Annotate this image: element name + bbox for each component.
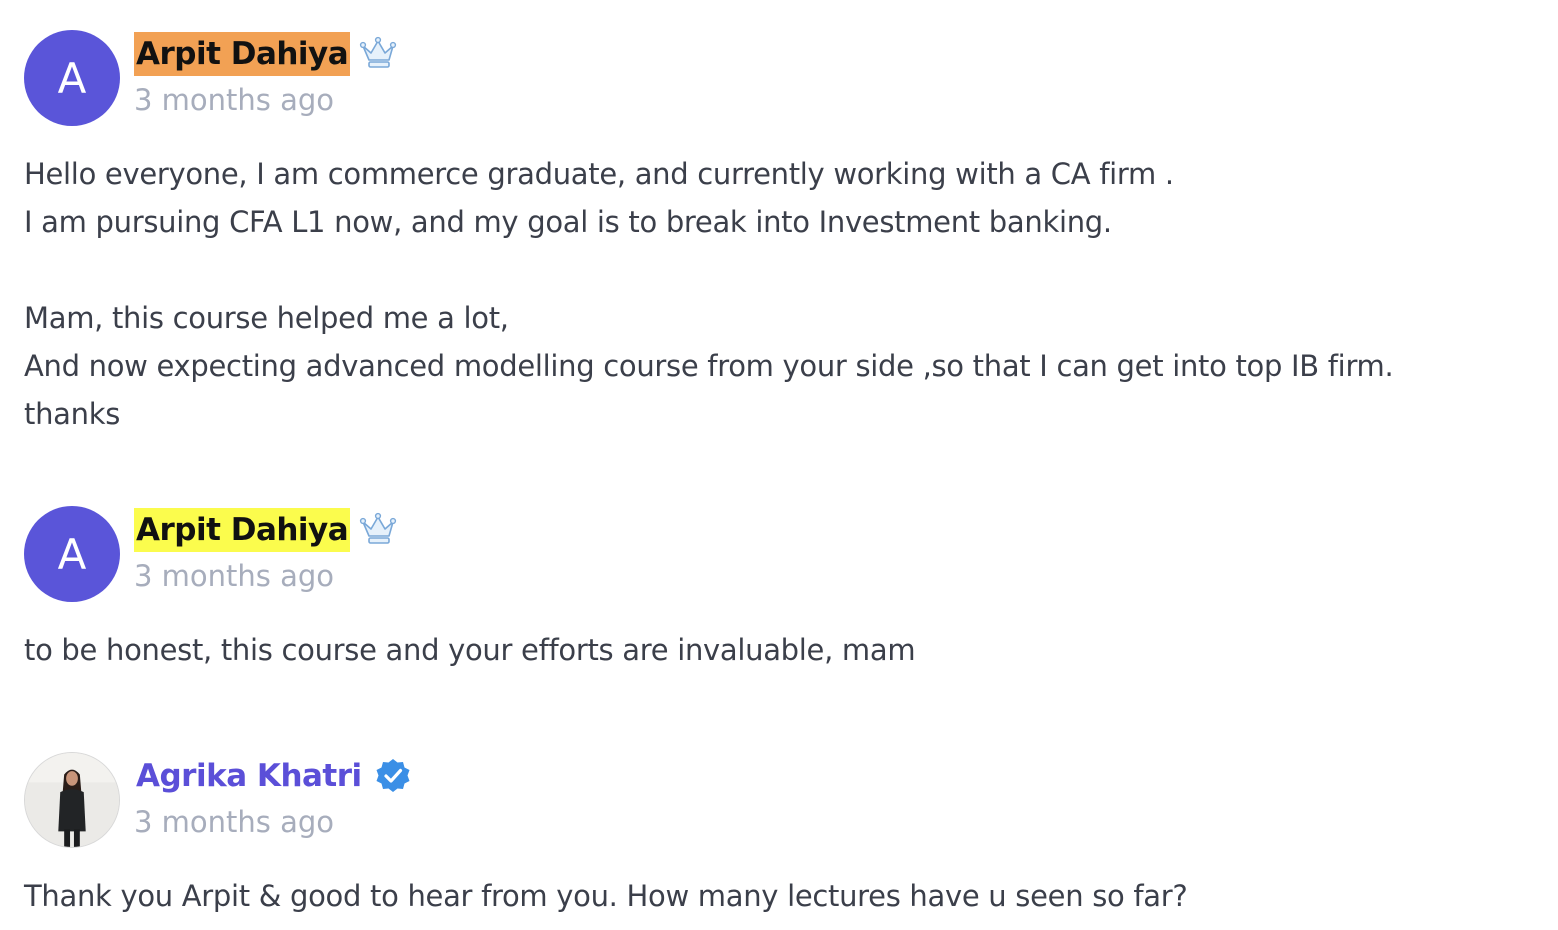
comment-header: Agrika Khatri 3 months ago [24,752,1558,848]
avatar[interactable]: A [24,30,120,126]
avatar[interactable]: A [24,506,120,602]
comment-header: A Arpit Dahiya 3 months ago [24,506,1558,602]
comment-meta: Arpit Dahiya 3 months ago [134,30,398,122]
comment-timestamp: 3 months ago [134,83,335,117]
comment: A Arpit Dahiya 3 months ago [24,30,1558,438]
comment: A Arpit Dahiya 3 months ago [24,506,1558,674]
avatar[interactable] [24,752,120,848]
comment-meta: Agrika Khatri 3 months ago [134,752,412,844]
avatar-letter: A [57,53,87,103]
name-row: Agrika Khatri [134,752,412,800]
comment-timestamp: 3 months ago [134,805,335,839]
comment-text: Hello everyone, I am commerce graduate, … [24,157,1394,431]
avatar-letter: A [57,529,87,579]
comment-text: to be honest, this course and your effor… [24,633,916,667]
commenter-name[interactable]: Agrika Khatri [134,754,364,798]
name-row: Arpit Dahiya [134,506,398,554]
profile-photo [25,753,119,847]
comment: Agrika Khatri 3 months ago Thank you Arp… [24,752,1558,920]
commenter-name[interactable]: Arpit Dahiya [134,32,351,76]
comment-meta: Arpit Dahiya 3 months ago [134,506,398,598]
verified-icon [374,757,412,795]
crown-icon [358,512,398,548]
comments-thread: A Arpit Dahiya 3 months ago Hello everyo… [0,0,1558,930]
commenter-name[interactable]: Arpit Dahiya [134,508,351,552]
name-row: Arpit Dahiya [134,30,398,78]
comment-timestamp: 3 months ago [134,559,335,593]
comment-header: A Arpit Dahiya 3 months ago [24,30,1558,126]
comment-text: Thank you Arpit & good to hear from you.… [24,879,1188,913]
crown-icon [358,36,398,72]
